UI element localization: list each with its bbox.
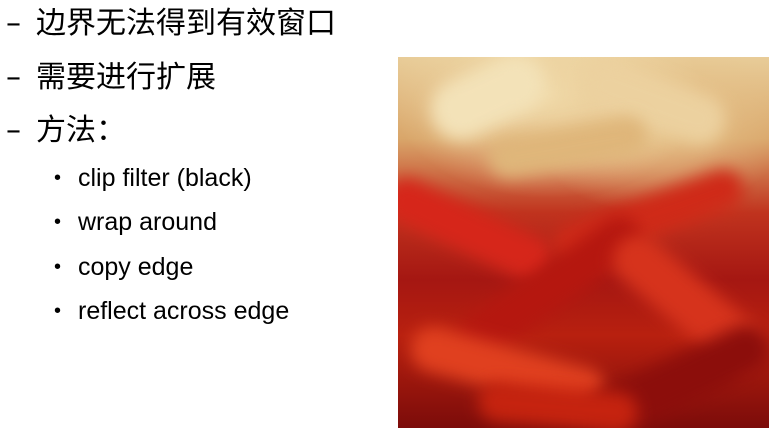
dash-item-label: 边界无法得到有效窗口 <box>36 6 336 41</box>
bullet-item-label: copy edge <box>78 253 194 281</box>
photo-streak <box>485 113 651 181</box>
bullet-marker: • <box>54 300 62 322</box>
dash-item-extension: – 需要进行扩展 <box>6 58 216 98</box>
dash-item-label: 方法： <box>36 113 126 148</box>
bullet-item-label: clip filter (black) <box>78 164 252 192</box>
bullet-item-copy-edge: • copy edge <box>54 251 193 283</box>
bullet-item-wrap-around: • wrap around <box>54 206 217 238</box>
bullet-item-label: reflect across edge <box>78 297 290 325</box>
bullet-item-clip-filter: • clip filter (black) <box>54 162 252 194</box>
bullet-item-reflect: • reflect across edge <box>54 295 289 327</box>
chili-pepper-photo <box>398 57 769 428</box>
dash-item-label: 需要进行扩展 <box>36 60 216 95</box>
bullet-marker: • <box>54 167 62 189</box>
dash-marker: – <box>6 60 21 95</box>
bullet-marker: • <box>54 211 62 233</box>
dash-item-boundary: – 边界无法得到有效窗口 <box>6 4 336 44</box>
bullet-item-label: wrap around <box>78 208 217 236</box>
bullet-marker: • <box>54 256 62 278</box>
dash-marker: – <box>6 113 21 148</box>
dash-item-methods: – 方法： <box>6 111 126 151</box>
dash-marker: – <box>6 6 21 41</box>
